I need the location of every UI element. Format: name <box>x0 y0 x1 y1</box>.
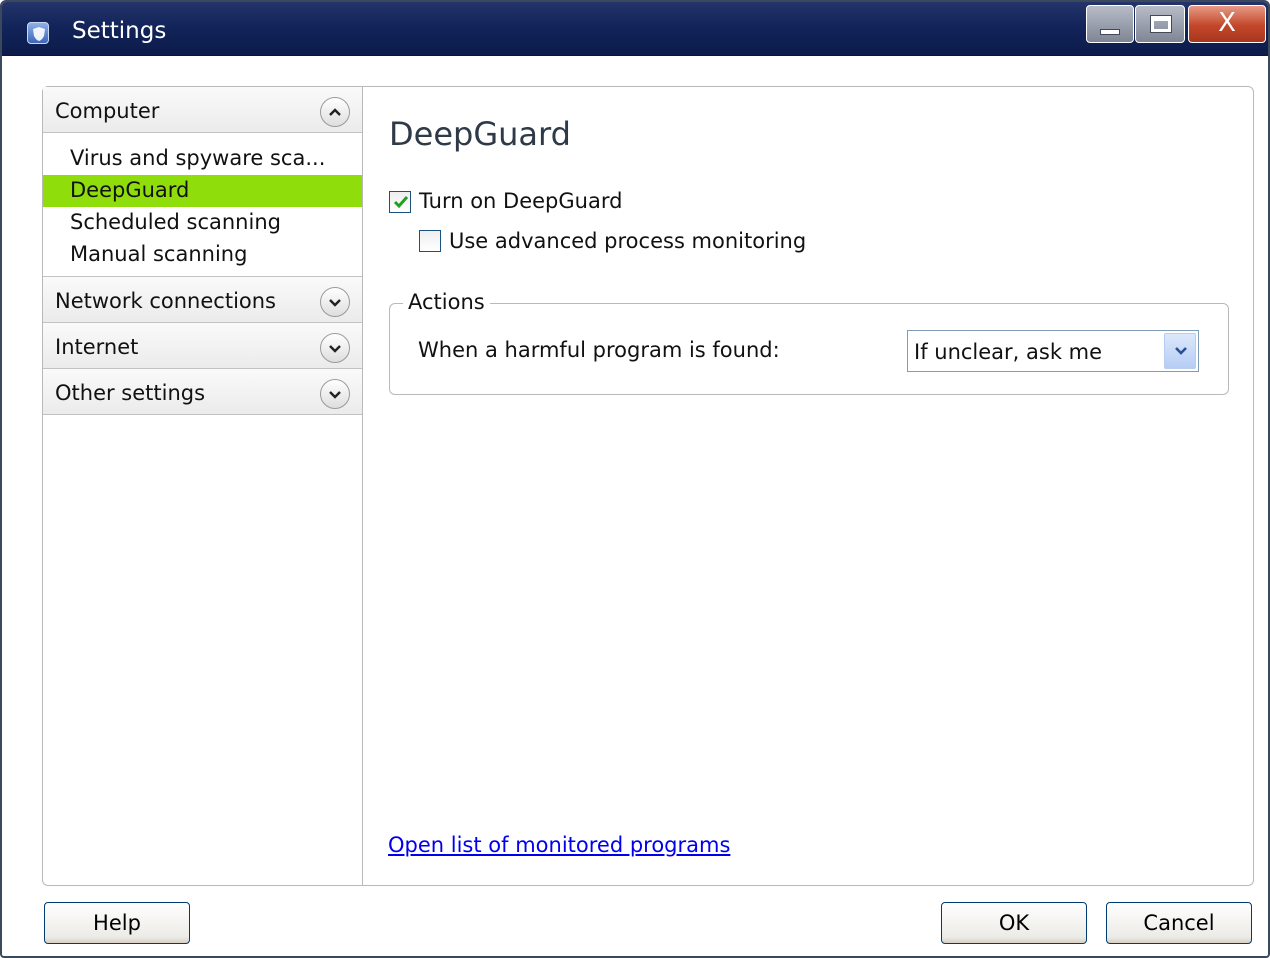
chevron-down-icon[interactable] <box>320 333 350 363</box>
dropdown-arrow-icon[interactable] <box>1164 333 1196 369</box>
actions-group: Actions When a harmful program is found:… <box>389 290 1229 395</box>
chevron-down-icon[interactable] <box>320 287 350 317</box>
computer-subitems: Virus and spyware sca... DeepGuard Sched… <box>43 137 362 277</box>
cancel-button[interactable]: Cancel <box>1106 902 1252 944</box>
help-button[interactable]: Help <box>44 902 190 944</box>
settings-content: DeepGuard Turn on DeepGuard Use advanced… <box>364 87 1253 885</box>
chevron-down-icon[interactable] <box>320 379 350 409</box>
title-bar[interactable]: Settings X <box>2 2 1268 56</box>
category-internet[interactable]: Internet <box>43 323 362 369</box>
minimize-button[interactable] <box>1086 5 1134 43</box>
maximize-button[interactable] <box>1135 5 1185 43</box>
close-icon: X <box>1218 8 1236 38</box>
page-title: DeepGuard <box>389 115 571 153</box>
checkmark-icon <box>393 196 409 209</box>
harmful-program-action-select[interactable]: If unclear, ask me <box>907 330 1199 372</box>
maximize-icon <box>1151 16 1171 32</box>
close-button[interactable]: X <box>1188 5 1266 43</box>
turn-on-deepguard-label[interactable]: Turn on DeepGuard <box>419 189 622 213</box>
sidebar-item-virus-spyware[interactable]: Virus and spyware sca... <box>43 143 362 175</box>
advanced-monitoring-label[interactable]: Use advanced process monitoring <box>449 229 806 253</box>
minimize-icon <box>1100 29 1120 35</box>
category-label: Internet <box>55 335 139 359</box>
ok-button[interactable]: OK <box>941 902 1087 944</box>
sidebar-item-deepguard[interactable]: DeepGuard <box>43 175 362 207</box>
turn-on-deepguard-checkbox[interactable] <box>389 191 411 213</box>
app-shield-icon <box>27 22 49 44</box>
select-value: If unclear, ask me <box>914 340 1103 364</box>
category-network-connections[interactable]: Network connections <box>43 277 362 323</box>
category-label: Computer <box>55 99 160 123</box>
open-monitored-programs-link[interactable]: Open list of monitored programs <box>388 833 730 857</box>
category-other-settings[interactable]: Other settings <box>43 369 362 415</box>
sidebar-item-manual-scanning[interactable]: Manual scanning <box>43 239 362 271</box>
settings-sidebar: Computer Virus and spyware sca... DeepGu… <box>43 87 363 885</box>
category-label: Other settings <box>55 381 206 405</box>
sidebar-item-scheduled-scanning[interactable]: Scheduled scanning <box>43 207 362 239</box>
chevron-up-icon[interactable] <box>320 97 350 127</box>
window-title: Settings <box>72 18 167 44</box>
category-computer[interactable]: Computer <box>43 87 362 133</box>
category-label: Network connections <box>55 289 277 313</box>
advanced-monitoring-checkbox[interactable] <box>419 230 441 252</box>
actions-legend: Actions <box>403 290 490 314</box>
harmful-program-label: When a harmful program is found: <box>418 338 780 362</box>
settings-window: Settings X Computer Virus and spyware sc… <box>0 0 1270 958</box>
settings-panel: Computer Virus and spyware sca... DeepGu… <box>42 86 1254 886</box>
